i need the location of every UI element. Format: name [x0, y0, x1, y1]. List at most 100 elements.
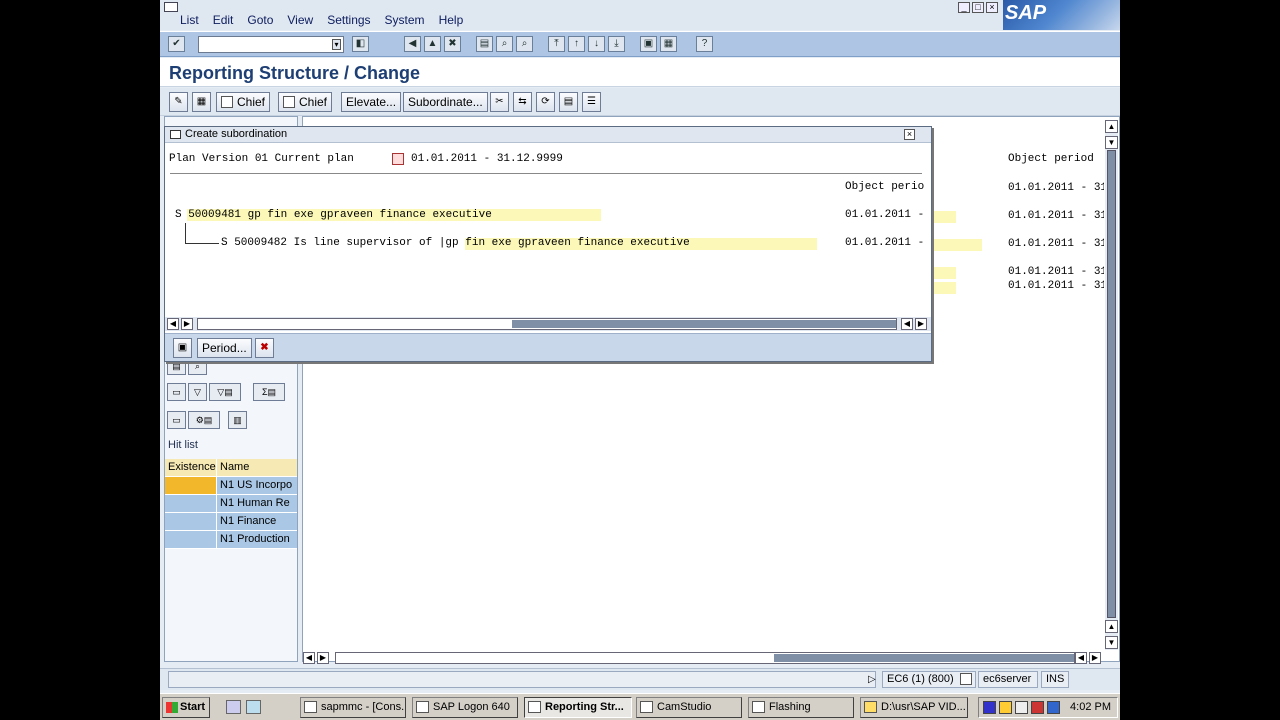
scroll-right-icon[interactable]: ▶	[1089, 652, 1101, 664]
tray-app-icon[interactable]	[1031, 701, 1044, 714]
menu-system[interactable]: System	[385, 13, 425, 27]
hierarchy-icon[interactable]: ☰	[582, 92, 601, 112]
task-flashing[interactable]: Flashing	[748, 697, 854, 718]
scroll-left-icon[interactable]: ◀	[167, 318, 179, 330]
start-button[interactable]: Start	[162, 697, 210, 718]
last-page-icon[interactable]: ⤓	[608, 36, 625, 52]
menu-help[interactable]: Help	[439, 13, 464, 27]
vertical-scrollbar[interactable]: ▲ ▼ ▲ ▼	[1105, 120, 1118, 650]
first-page-icon[interactable]: ⤒	[548, 36, 565, 52]
refresh-icon[interactable]: ⟳	[536, 92, 555, 112]
find-next-icon[interactable]: ⌕	[516, 36, 533, 52]
previous-page-icon[interactable]: ↑	[568, 36, 585, 52]
help-icon[interactable]: ?	[696, 36, 713, 52]
name-cell: N1 Human Re	[217, 495, 297, 512]
status-triangle-icon[interactable]: ▷	[868, 674, 876, 685]
dialog-horizontal-scrollbar[interactable]: ◀ ▶ ◀ ▶	[165, 317, 931, 331]
scroll-down-icon[interactable]: ▼	[1105, 636, 1118, 649]
org-object-row[interactable]: S 50009481 gp fin exe gpraveen finance e…	[175, 209, 492, 221]
table-row[interactable]: N1 US Incorpo	[165, 477, 297, 495]
menu-settings[interactable]: Settings	[327, 13, 370, 27]
col-existence[interactable]: Existence	[165, 459, 217, 476]
filter-icon[interactable]: ▽	[188, 383, 207, 401]
filter-settings-icon[interactable]: ▽▤	[209, 383, 241, 401]
cancel-icon[interactable]: ✖	[444, 36, 461, 52]
save-icon[interactable]: ◧	[352, 36, 369, 52]
table-row[interactable]: N1 Production	[165, 531, 297, 549]
scroll-up-icon[interactable]: ▼	[1105, 136, 1118, 149]
col-name[interactable]: Name	[217, 459, 297, 476]
view-settings-icon[interactable]: ⚙▤	[188, 411, 220, 429]
calendar-icon[interactable]: ▦	[192, 92, 211, 112]
browser-icon[interactable]	[246, 700, 261, 714]
document-list-icon[interactable]: ▭	[167, 411, 186, 429]
structure-icon[interactable]: ▤	[559, 92, 578, 112]
scroll-right-icon[interactable]: ▶	[915, 318, 927, 330]
table-row[interactable]: N1 Finance	[165, 513, 297, 531]
trash-icon	[283, 96, 295, 108]
hit-list-header: Existence Name	[165, 459, 297, 477]
task-camstudio[interactable]: CamStudio	[636, 697, 742, 718]
subordinate-button[interactable]: Subordinate...	[403, 92, 488, 112]
period-button[interactable]: Period...	[197, 338, 252, 358]
close-icon[interactable]: ×	[986, 2, 998, 13]
enter-icon[interactable]: ✔	[168, 36, 185, 52]
next-page-icon[interactable]: ↓	[588, 36, 605, 52]
menu-goto[interactable]: Goto	[247, 13, 273, 27]
scroll-thumb[interactable]	[1107, 150, 1116, 618]
sum-icon[interactable]: Σ▤	[253, 383, 285, 401]
subordinate-row[interactable]: S 50009482 Is line supervisor of |gp fin…	[221, 237, 690, 249]
minimize-icon[interactable]: _	[958, 2, 970, 13]
task-sap-logon[interactable]: SAP Logon 640	[412, 697, 518, 718]
scroll-track[interactable]	[335, 652, 1075, 664]
cancel-icon[interactable]: ✖	[255, 338, 274, 358]
system-menu-icon[interactable]	[164, 2, 178, 12]
task-explorer[interactable]: D:\usr\SAP VID...	[860, 697, 968, 718]
task-reporting-structure[interactable]: Reporting Str...	[524, 697, 632, 718]
save-icon[interactable]: ▣	[173, 338, 192, 358]
scroll-left-icon[interactable]: ◀	[303, 652, 315, 664]
system-info-icon[interactable]	[960, 673, 972, 685]
delete-chief-button[interactable]: Chief	[278, 92, 333, 112]
menu-edit[interactable]: Edit	[213, 13, 234, 27]
create-chief-button[interactable]: Chief	[216, 92, 271, 112]
task-sapmmc[interactable]: sapmmc - [Cons...	[300, 697, 406, 718]
exit-icon[interactable]: ▲	[424, 36, 441, 52]
scroll-down-icon[interactable]: ▲	[1105, 620, 1118, 633]
clock[interactable]: 4:02 PM	[1070, 701, 1111, 713]
scroll-right-icon[interactable]: ▶	[181, 318, 193, 330]
tray-volume-icon[interactable]	[1015, 701, 1028, 714]
horizontal-scrollbar[interactable]: ◀ ▶ ◀ ▶	[303, 652, 1103, 664]
windows-taskbar: Start sapmmc - [Cons... SAP Logon 640 Re…	[160, 693, 1120, 720]
command-dropdown-icon[interactable]: ▾	[332, 39, 341, 50]
scroll-track[interactable]	[197, 318, 897, 330]
print-icon[interactable]: ▤	[476, 36, 493, 52]
scroll-left-icon[interactable]: ◀	[1075, 652, 1087, 664]
table-row[interactable]: N1 Human Re	[165, 495, 297, 513]
new-session-icon[interactable]: ▣	[640, 36, 657, 52]
tray-display-icon[interactable]	[1047, 701, 1060, 714]
find-icon[interactable]: ⌕	[496, 36, 513, 52]
calendar-icon[interactable]	[392, 153, 404, 165]
cut-icon[interactable]: ✂	[490, 92, 509, 112]
scroll-right-icon[interactable]: ▶	[317, 652, 329, 664]
columns-icon[interactable]: ▥	[228, 411, 247, 429]
shortcut-icon[interactable]: ▦	[660, 36, 677, 52]
back-icon[interactable]: ◀	[404, 36, 421, 52]
print-list-icon[interactable]: ▭	[167, 383, 186, 401]
tray-security-icon[interactable]	[999, 701, 1012, 714]
desktop-icon[interactable]	[226, 700, 241, 714]
tray-network-icon[interactable]	[983, 701, 996, 714]
command-field[interactable]: ▾	[198, 36, 344, 53]
menu-view[interactable]: View	[287, 13, 313, 27]
menu-list[interactable]: List	[180, 13, 199, 27]
close-icon[interactable]: ×	[904, 129, 915, 140]
reassign-icon[interactable]: ⇆	[513, 92, 532, 112]
maximize-icon[interactable]: □	[972, 2, 984, 13]
scroll-thumb[interactable]	[774, 654, 1074, 662]
elevate-button[interactable]: Elevate...	[341, 92, 402, 112]
scroll-left-icon[interactable]: ◀	[901, 318, 913, 330]
scroll-thumb[interactable]	[512, 320, 896, 328]
edit-pencil-icon[interactable]: ✎	[169, 92, 188, 112]
scroll-up-icon[interactable]: ▲	[1105, 120, 1118, 133]
